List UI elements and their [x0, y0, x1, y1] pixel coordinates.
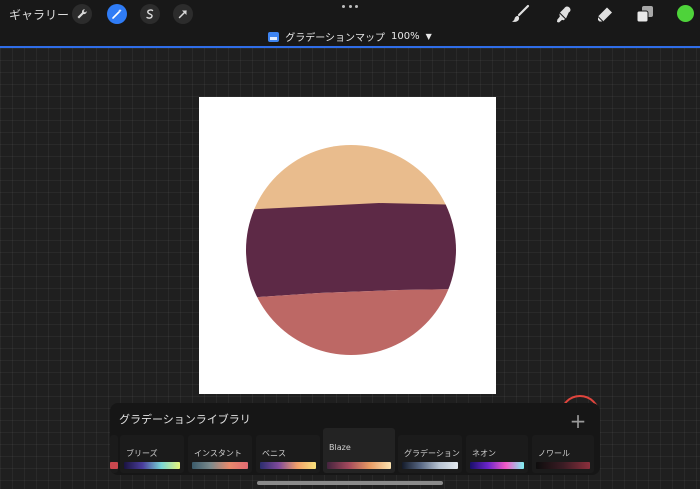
gradient-preview-bar: [327, 462, 391, 469]
layers-icon[interactable]: [634, 3, 656, 25]
gradient-swatch-label: グラデーション: [404, 449, 460, 458]
transform-arrow-icon[interactable]: [173, 4, 193, 24]
gradient-swatch-label: Blaze: [329, 443, 351, 452]
gradient-swatch[interactable]: ノワール: [532, 435, 594, 473]
gradient-swatch-label: ブリーズ: [126, 449, 158, 458]
wrench-icon[interactable]: [72, 4, 92, 24]
gradient-preview-bar: [470, 462, 524, 469]
adjustment-title[interactable]: グラデーションマップ: [285, 29, 385, 44]
magic-wand-icon[interactable]: [107, 4, 127, 24]
gradient-swatch[interactable]: ブリーズ: [120, 435, 184, 473]
artwork-band-bottom: [246, 289, 456, 355]
gradient-preview-bar: [110, 462, 118, 469]
gradient-swatch-strip[interactable]: ブリーズ インスタント ベニス Blaze グラデーション ネオン ノワール: [110, 428, 600, 475]
gradient-preview-bar: [260, 462, 316, 469]
adjustment-header: グラデーションマップ 100% ▼: [0, 27, 700, 48]
gradient-swatch-label: ノワール: [538, 449, 570, 458]
artwork-band-middle: [246, 203, 456, 301]
panel-title: グラデーションライブラリ: [119, 413, 251, 426]
color-picker-button[interactable]: [677, 5, 694, 22]
gradient-swatch[interactable]: ネオン: [466, 435, 528, 473]
gradient-swatch[interactable]: グラデーション: [398, 435, 462, 473]
gradient-swatch[interactable]: インスタント: [188, 435, 252, 473]
gradient-swatch[interactable]: Blaze: [323, 428, 395, 473]
more-menu-icon[interactable]: [342, 5, 358, 9]
eraser-icon[interactable]: [594, 3, 616, 25]
adjustment-percent: 100%: [391, 31, 420, 42]
home-indicator[interactable]: [257, 481, 443, 485]
top-toolbar: ギャラリー: [0, 0, 700, 27]
gradient-library-panel: グラデーションライブラリ + ブリーズ インスタント ベニス Blaze グラデーション…: [110, 403, 600, 475]
smudge-icon[interactable]: [553, 3, 575, 25]
gradient-swatch[interactable]: [110, 435, 118, 473]
gradient-swatch-label: インスタント: [194, 449, 242, 458]
add-gradient-button[interactable]: +: [560, 403, 600, 433]
canvas-artwork: [246, 145, 456, 355]
brush-icon[interactable]: [509, 3, 531, 25]
dropdown-caret-icon[interactable]: ▼: [426, 32, 432, 41]
selection-icon[interactable]: [140, 4, 160, 24]
gradient-map-icon: [268, 31, 280, 42]
gradient-swatch-label: ネオン: [472, 449, 496, 458]
drawing-canvas[interactable]: [199, 97, 496, 394]
gradient-swatch-label: ベニス: [262, 449, 286, 458]
gradient-preview-bar: [402, 462, 458, 469]
gradient-swatch[interactable]: ベニス: [256, 435, 320, 473]
gradient-preview-bar: [192, 462, 248, 469]
gradient-preview-bar: [536, 462, 590, 469]
gallery-button[interactable]: ギャラリー: [9, 6, 69, 23]
gradient-preview-bar: [124, 462, 180, 469]
